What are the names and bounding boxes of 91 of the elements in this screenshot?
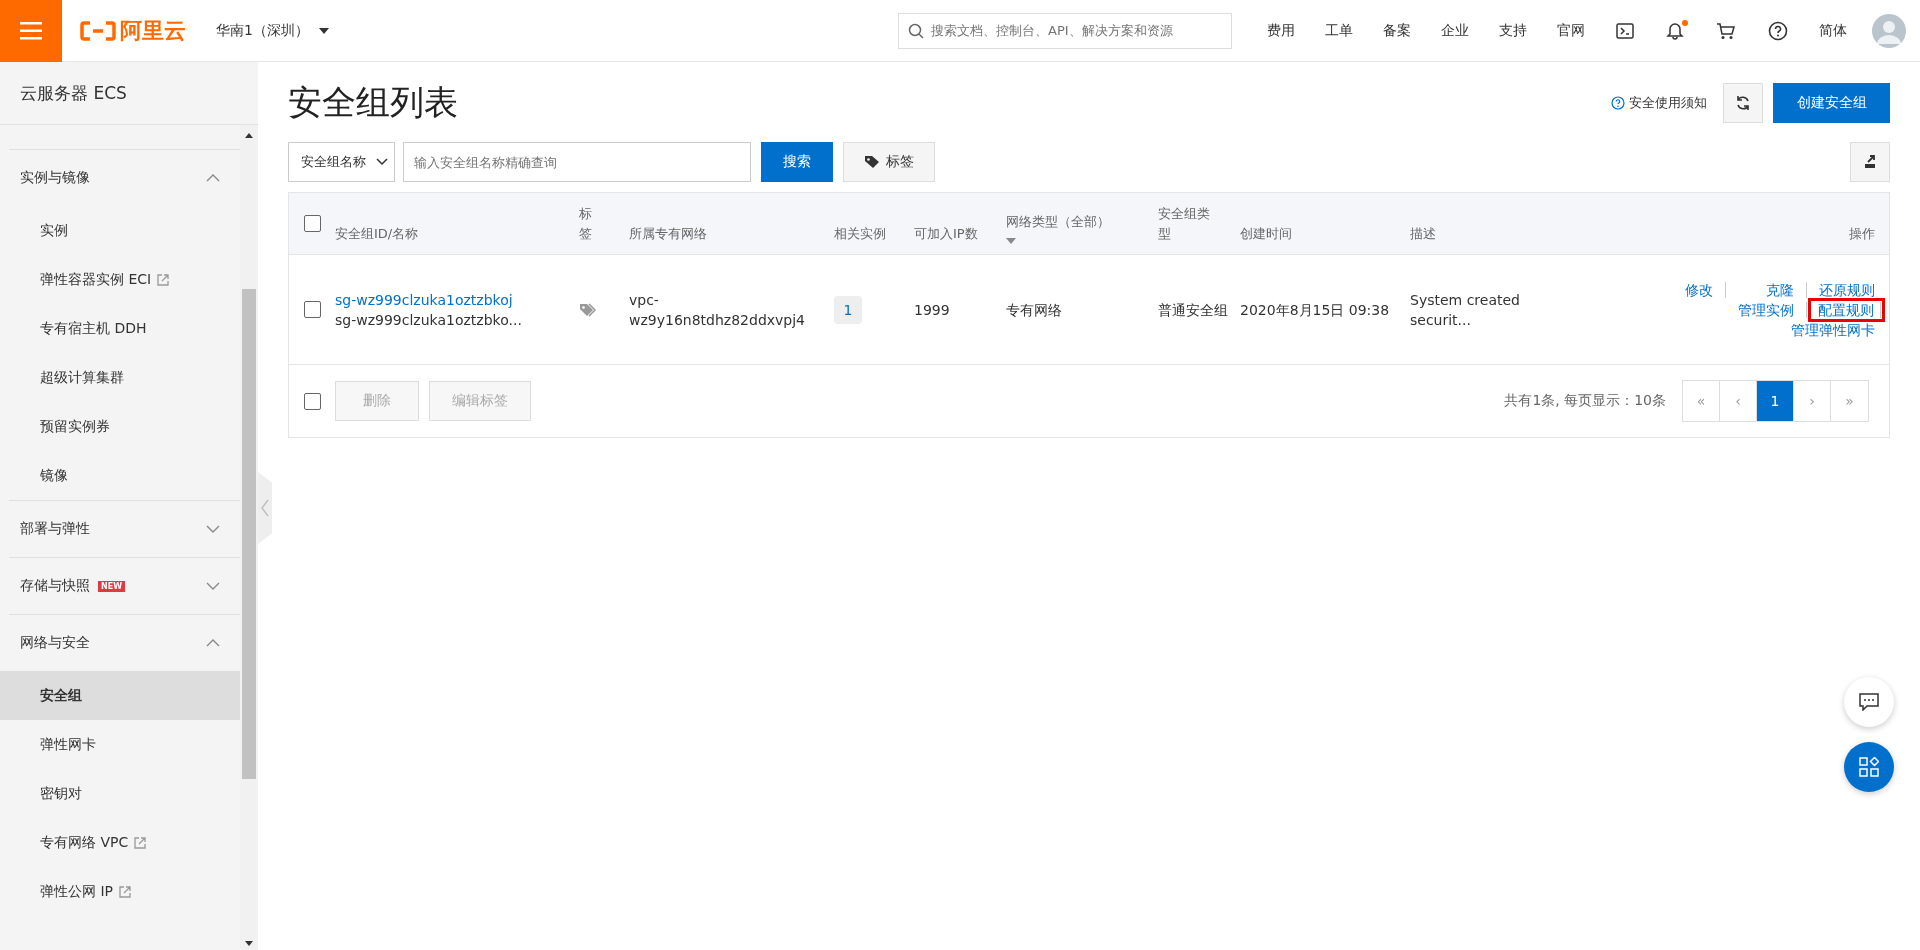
table-cell-text: System created securit... <box>1410 290 1521 330</box>
nav-link[interactable]: 工单 <box>1325 21 1353 40</box>
export-icon <box>1862 154 1878 170</box>
sidebar-item[interactable]: 弹性公网 IP <box>0 867 240 916</box>
sidebar-item[interactable]: 密钥对 <box>0 769 240 818</box>
column-header: 可加入IP数 <box>914 225 979 243</box>
scroll-up-icon[interactable] <box>244 131 254 139</box>
column-header: 标签 <box>579 205 593 243</box>
sidebar-item[interactable]: 实例 <box>0 206 240 255</box>
column-header: 操作 <box>1849 225 1875 243</box>
sidebar-item[interactable]: 弹性网卡 <box>0 720 240 769</box>
page-button[interactable]: 1 <box>1757 381 1794 421</box>
tag-icon <box>864 155 882 169</box>
sidebar-item[interactable]: 弹性容器实例 ECI <box>0 255 240 304</box>
nav-link[interactable]: 官网 <box>1557 21 1585 40</box>
logo-icon <box>80 20 116 41</box>
tag-icon[interactable] <box>579 302 597 317</box>
chevron-down-icon <box>376 158 388 166</box>
nav-link[interactable]: 企业 <box>1441 21 1469 40</box>
export-button[interactable] <box>1850 142 1890 182</box>
column-header: 相关实例 <box>834 225 887 243</box>
field-select[interactable]: 安全组名称 <box>288 142 395 182</box>
create-button[interactable]: 创建安全组 <box>1773 83 1890 123</box>
action-link[interactable]: 管理实例 <box>1726 301 1807 318</box>
help-icon <box>1611 96 1625 110</box>
sidebar-item[interactable]: 预留实例券 <box>0 402 240 451</box>
chevron-icon <box>206 582 220 590</box>
action-link[interactable]: 还原规则 <box>1807 281 1875 298</box>
group-name: sg-wz999clzuka1oztzbko... <box>335 310 523 330</box>
menu-icon <box>20 21 42 40</box>
new-badge: NEW <box>98 580 125 592</box>
chat-button[interactable] <box>1844 677 1894 727</box>
pagination-summary: 共有1条, 每页显示：10条 <box>1504 392 1666 410</box>
page-title: 安全组列表 <box>288 81 458 124</box>
refresh-icon <box>1735 95 1751 111</box>
chat-icon <box>1859 693 1879 711</box>
action-link[interactable]: 克隆 <box>1754 281 1807 298</box>
search-button[interactable]: 搜索 <box>761 142 833 182</box>
sidebar-item[interactable]: 镜像 <box>0 451 240 500</box>
column-header: 安全组类型 <box>1158 205 1211 243</box>
column-header: 安全组ID/名称 <box>335 225 420 243</box>
group-label: 网络与安全 <box>20 634 90 652</box>
column-header: 网络类型（全部） <box>1006 213 1111 231</box>
scrollbar-thumb[interactable] <box>242 289 256 779</box>
row-checkbox[interactable] <box>303 301 321 318</box>
sidebar-title: 云服务器 ECS <box>0 62 258 125</box>
caret-icon <box>318 27 329 34</box>
help-link[interactable]: 安全使用须知 <box>1611 94 1707 112</box>
nav-link[interactable]: 费用 <box>1267 21 1295 40</box>
search-field[interactable]: 搜索文档、控制台、API、解决方案和资源 <box>898 12 1232 49</box>
table-cell-text: 专有网络 <box>1006 300 1063 320</box>
language-link[interactable]: 简体 <box>1819 21 1847 40</box>
footer-checkbox[interactable] <box>303 392 321 410</box>
search-field[interactable]: 输入安全组名称精确查询 <box>403 142 751 182</box>
chevron-left-icon <box>261 499 269 517</box>
tag-button[interactable]: 标签 <box>843 142 935 182</box>
instance-count[interactable]: 1 <box>834 295 862 324</box>
table-cell-text: 普通安全组 <box>1158 300 1229 320</box>
sidebar-item[interactable]: 安全组 <box>0 671 240 720</box>
group-id-link[interactable]: sg-wz999clzuka1oztzbkoj <box>335 289 569 310</box>
scroll-down-icon[interactable] <box>244 940 254 948</box>
apps-button[interactable] <box>1844 742 1894 792</box>
grid-icon <box>1859 757 1879 777</box>
bell-icon[interactable] <box>1666 21 1684 40</box>
sidebar-item[interactable]: 超级计算集群 <box>0 353 240 402</box>
menu-button[interactable] <box>0 0 62 62</box>
group-label: 存储与快照 <box>20 577 90 595</box>
action-link[interactable]: 修改 <box>1673 281 1726 298</box>
table-cell-text: 2020年8月15日 09:38 <box>1240 300 1391 320</box>
action-link[interactable]: 管理弹性网卡 <box>1779 321 1875 338</box>
sidebar-item[interactable]: 专有网络 VPC <box>0 818 240 867</box>
select-all-checkbox[interactable] <box>303 215 321 232</box>
chevron-icon <box>206 525 220 533</box>
column-header: 描述 <box>1410 225 1437 243</box>
chevron-icon <box>206 174 220 182</box>
column-header: 所属专有网络 <box>629 225 708 243</box>
sidebar-item[interactable]: 专有宿主机 DDH <box>0 304 240 353</box>
table-cell-text: 1999 <box>914 300 951 320</box>
column-header: 创建时间 <box>1240 225 1293 243</box>
chevron-icon <box>206 639 220 647</box>
cart-icon[interactable] <box>1716 21 1736 40</box>
terminal-icon[interactable] <box>1616 22 1634 39</box>
help-icon[interactable] <box>1768 20 1788 41</box>
caret-icon[interactable] <box>1006 238 1016 244</box>
refresh-button[interactable] <box>1723 83 1763 123</box>
nav-link[interactable]: 支持 <box>1499 21 1527 40</box>
group-label: 实例与镜像 <box>20 169 90 187</box>
table-cell-text: vpc-wz9y16n8tdhz82ddxvpj4 <box>629 290 807 330</box>
region-dropdown[interactable]: 华南1（深圳） <box>210 20 335 41</box>
group-label: 部署与弹性 <box>20 520 90 538</box>
nav-link[interactable]: 备案 <box>1383 21 1411 40</box>
